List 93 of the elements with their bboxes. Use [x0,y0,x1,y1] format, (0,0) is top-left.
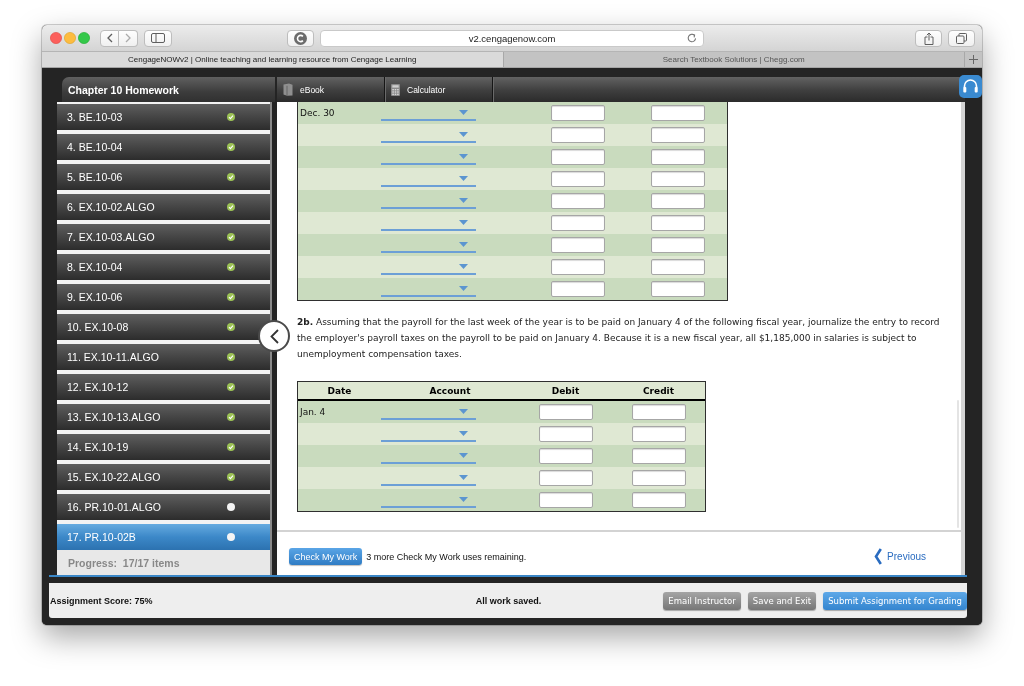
debit-field[interactable] [551,237,605,253]
question-item[interactable]: 6. EX.10-02.ALGO [57,194,270,220]
question-item[interactable]: 7. EX.10-03.ALGO [57,224,270,250]
credit-field[interactable] [650,259,705,275]
caret-icon [459,430,468,436]
caret-icon [459,496,468,502]
column-header: Credit [643,385,674,396]
caret-icon [459,175,468,181]
window-close-icon[interactable] [50,32,62,44]
window-zoom-icon[interactable] [78,32,90,44]
tab-overview-button[interactable] [948,29,975,47]
back-button[interactable] [100,29,119,47]
caret-icon [459,241,468,247]
caret-icon [459,452,468,458]
credit-field[interactable] [650,149,705,165]
question-item[interactable]: 13. EX.10-13.ALGO [57,404,270,430]
caret-icon [459,109,468,115]
question-item[interactable]: 9. EX.10-06 [57,284,270,310]
question-item[interactable]: 15. EX.10-22.ALGO [57,464,270,490]
debit-field[interactable] [551,215,605,231]
headset-icon[interactable] [959,75,982,98]
question-item[interactable]: 17. PR.10-02B [57,524,270,550]
book-icon [283,83,293,96]
save-status: All work saved. [475,595,542,606]
column-header: Date [327,385,352,396]
debit-field[interactable] [551,105,605,121]
credit-field[interactable] [650,171,705,187]
caret-icon [459,263,468,269]
share-button[interactable] [915,29,942,47]
site-icon [294,31,307,45]
reload-icon[interactable] [687,33,697,43]
attempts-remaining-text: 3 more Check My Work uses remaining. [366,551,527,562]
credit-field[interactable] [650,193,705,209]
sidebar-icon [151,33,165,43]
column-header: Debit [551,385,580,396]
credit-field[interactable] [631,404,686,420]
credit-field[interactable] [631,492,686,508]
caret-icon [459,408,468,414]
calculator-icon [391,83,400,96]
question-text: 2b. Assuming that the payroll for the last week of the year is to be paid on January 4 of the following fiscal year, journalize the entry to record the employer's payroll taxes on the payroll to be paid on January 4. Because it is a new fiscal year, all $1,185,000 in salaries is subject to unemployment compensation taxes. [297,316,941,361]
question-item[interactable]: 16. PR.10-01.ALGO [57,494,270,520]
question-item[interactable]: 4. BE.10-04 [57,134,270,160]
caret-icon [459,153,468,159]
progress-text: Progress: 17/17 items [57,550,270,575]
browser-tab[interactable]: CengageNOWv2 | Online teaching and learning resource from Cengage Learning [42,52,504,67]
caret-icon [459,197,468,203]
credit-field[interactable] [631,470,686,486]
debit-field[interactable] [538,492,593,508]
question-item[interactable]: 12. EX.10-12 [57,374,270,400]
debit-field[interactable] [538,426,593,442]
debit-field[interactable] [551,171,605,187]
caret-icon [459,285,468,291]
credit-field[interactable] [650,105,705,121]
question-item[interactable]: 10. EX.10-08 [57,314,270,340]
debit-field[interactable] [551,127,605,143]
caret-icon [459,219,468,225]
debit-field[interactable] [551,193,605,209]
chevron-right-icon [125,33,131,43]
credit-field[interactable] [650,215,705,231]
entry-date: Dec. 30 [299,108,335,118]
site-button[interactable] [287,29,314,47]
window-minimize-icon[interactable] [64,32,76,44]
question-item[interactable]: 3. BE.10-03 [57,104,270,130]
debit-field[interactable] [538,470,593,486]
plus-icon [969,55,978,64]
previous-link[interactable]: Previous [874,548,926,565]
credit-field[interactable] [631,448,686,464]
debit-field[interactable] [538,448,593,464]
debit-field[interactable] [538,404,593,420]
sidebar-button[interactable] [144,29,172,47]
caret-icon [459,131,468,137]
debit-field[interactable] [551,259,605,275]
share-icon [923,31,934,45]
debit-field[interactable] [551,281,605,297]
credit-field[interactable] [650,281,705,297]
chevron-left-icon [269,328,279,344]
assignment-score: Assignment Score: 75% [50,595,153,606]
credit-field[interactable] [631,426,686,442]
debit-field[interactable] [551,149,605,165]
question-item[interactable]: 5. BE.10-06 [57,164,270,190]
address-field[interactable]: v2.cengagenow.com [320,29,704,47]
chapter-title: Chapter 10 Homework [62,77,275,102]
credit-field[interactable] [650,127,705,143]
entry-date: Jan. 4 [298,407,326,417]
question-item[interactable]: 8. EX.10-04 [57,254,270,280]
question-item[interactable]: 14. EX.10-19 [57,434,270,460]
caret-icon [459,474,468,480]
credit-field[interactable] [650,237,705,253]
column-header: Account [429,385,471,396]
question-item[interactable]: 11. EX.10-11.ALGO [57,344,270,370]
tabs-icon [956,32,967,44]
chevron-left-icon [874,548,883,565]
chevron-left-icon [106,33,113,43]
